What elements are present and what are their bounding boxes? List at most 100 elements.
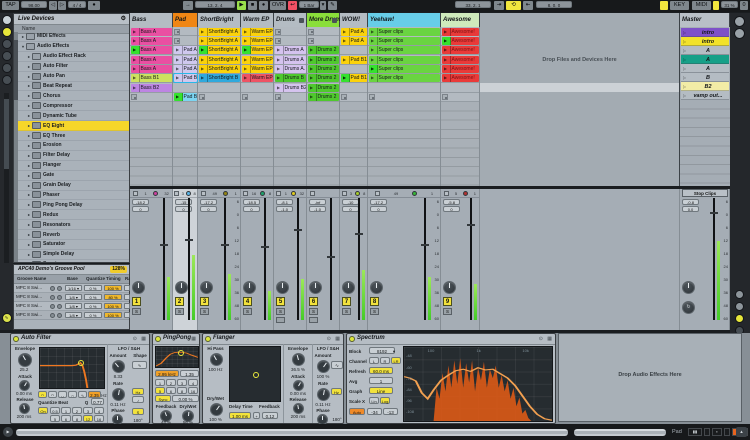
file-browser-2-icon[interactable] bbox=[2, 51, 12, 61]
clip-launch-button[interactable]: ▶ bbox=[131, 46, 140, 54]
clip-stop-all-button[interactable] bbox=[375, 191, 380, 196]
clip-launch-button[interactable]: ▶ bbox=[131, 28, 140, 36]
fader-handle[interactable] bbox=[221, 244, 229, 246]
draw-mode-button[interactable]: ✎ bbox=[328, 1, 337, 10]
clip[interactable]: ▶Drums 2 bbox=[308, 46, 339, 54]
clip-slot[interactable]: ▶Drums 2 bbox=[307, 93, 339, 102]
punch-in-button[interactable]: ⇥ bbox=[494, 1, 504, 10]
time-signature-field[interactable]: 4 / 4 bbox=[68, 1, 86, 8]
clip-slot[interactable] bbox=[368, 93, 440, 102]
clip-slot[interactable] bbox=[441, 93, 479, 102]
clip-launch-button[interactable]: ▶ bbox=[275, 56, 284, 64]
clip-slot[interactable] bbox=[368, 83, 440, 92]
clip-launch-button[interactable]: ▶ bbox=[308, 56, 317, 64]
arm-button[interactable] bbox=[276, 317, 285, 323]
browser-item[interactable]: ▸Filter Delay bbox=[18, 151, 129, 161]
graph-mode-button[interactable]: Line bbox=[369, 387, 393, 394]
clip-launch-button[interactable]: ▶ bbox=[174, 56, 183, 64]
beat-division-button[interactable]: 1 bbox=[61, 407, 71, 414]
pan-field[interactable]: -1.0 bbox=[309, 206, 326, 212]
clip-stop-button[interactable] bbox=[369, 94, 375, 100]
clip[interactable]: ▶Drums 2 bbox=[308, 84, 339, 92]
clip[interactable]: ▶ShortBright A bbox=[199, 28, 240, 36]
browser-item[interactable]: ▸Auto Pan bbox=[18, 72, 129, 82]
lfo-shape-selector[interactable]: ∿ bbox=[132, 361, 147, 369]
clip[interactable]: ▶ShortBright A bbox=[199, 56, 240, 64]
groove-row[interactable]: MPC 8 Swi...1/8 ▾0 %100 % bbox=[14, 302, 129, 311]
fader-handle[interactable] bbox=[355, 233, 363, 235]
scene-slot[interactable]: ▷intro bbox=[681, 37, 729, 46]
groove-timing-field[interactable]: 100 % bbox=[104, 303, 122, 309]
beat-division-button[interactable]: 5 bbox=[50, 415, 60, 422]
track-header[interactable]: More Drum bbox=[307, 13, 340, 27]
clip[interactable]: ▶Bass A bbox=[131, 56, 172, 64]
track-header[interactable]: ShortBright bbox=[198, 13, 241, 27]
pan-field[interactable]: 0 bbox=[132, 206, 149, 212]
clip[interactable]: ▶Drums B bbox=[275, 74, 306, 82]
groove-pool-icon[interactable]: ∿ bbox=[2, 313, 12, 323]
browser-item[interactable]: ▸Gate bbox=[18, 171, 129, 181]
clip-stop-all-button[interactable] bbox=[243, 191, 248, 196]
clip-slot[interactable]: ▶Super clips bbox=[368, 55, 440, 64]
clip-launch-button[interactable]: ▶ bbox=[308, 65, 317, 73]
volume-field[interactable]: -0.8 bbox=[682, 199, 699, 205]
lfo-rate-knob[interactable] bbox=[317, 388, 330, 401]
clip-launch-button[interactable]: ▶ bbox=[341, 56, 350, 64]
pan-knob[interactable] bbox=[682, 281, 695, 294]
scene-launch-icon[interactable]: ▷ bbox=[683, 93, 686, 98]
clip-launch-button[interactable]: ▶ bbox=[242, 37, 251, 45]
clip[interactable]: ▶Super clips bbox=[369, 28, 440, 36]
solo-button[interactable]: S bbox=[443, 308, 452, 315]
clip-stop-button[interactable] bbox=[174, 38, 180, 44]
device-title-bar[interactable]: Auto Filter ⊙ ▦ bbox=[11, 334, 149, 345]
clip-slot[interactable]: ▶Bass A bbox=[130, 46, 172, 55]
fader-handle[interactable] bbox=[421, 244, 429, 246]
fader-handle[interactable] bbox=[160, 244, 168, 246]
clip-launch-button[interactable]: ▶ bbox=[199, 56, 208, 64]
clip-stop-button[interactable] bbox=[275, 94, 281, 100]
volume-fader[interactable] bbox=[160, 198, 170, 320]
clip-stop-all-button[interactable] bbox=[174, 191, 179, 196]
clip-stop-button[interactable] bbox=[308, 29, 314, 35]
clip-slot[interactable] bbox=[340, 46, 367, 55]
track-header[interactable]: Awesome bbox=[441, 13, 480, 27]
record-button[interactable]: ● bbox=[259, 1, 268, 10]
groove-row[interactable]: MPC 8 Swi...1/16 ▾0 %100 % bbox=[14, 284, 129, 293]
clip-slot[interactable]: ▶Drums B bbox=[274, 74, 306, 83]
save-preset-icon[interactable]: ▦ bbox=[335, 336, 340, 342]
beat-division-button[interactable]: 3 bbox=[83, 407, 93, 414]
fader-handle[interactable] bbox=[467, 224, 475, 226]
clip[interactable]: ▶ShortBright B bbox=[199, 74, 240, 82]
scene-launch-icon[interactable]: ▷ bbox=[683, 57, 686, 62]
clip-slot[interactable]: ▶Drums A bbox=[274, 46, 306, 55]
pan-knob[interactable] bbox=[200, 281, 213, 294]
clip-slot[interactable] bbox=[441, 83, 479, 92]
beat-division-button[interactable]: 12 bbox=[83, 415, 93, 422]
track-header[interactable]: Yeehaw! bbox=[368, 13, 441, 27]
clip-slot[interactable]: ▶Warm EP A bbox=[241, 27, 273, 36]
scene-slot[interactable]: ▷A bbox=[681, 64, 729, 73]
groove-quantize-field[interactable]: 0 % bbox=[84, 294, 102, 300]
clip-stop-button[interactable] bbox=[199, 94, 205, 100]
lock-icon[interactable] bbox=[50, 313, 55, 318]
volume-field[interactable]: -8.1 bbox=[276, 199, 293, 205]
device-chain-scrollbar-2[interactable] bbox=[574, 429, 666, 436]
clip[interactable]: ▶Warm EP A bbox=[242, 56, 273, 64]
pan-field[interactable]: 0 bbox=[443, 206, 460, 212]
device-title-bar[interactable]: Spectrum ⊙ ▦ bbox=[347, 334, 555, 345]
clip-slot[interactable] bbox=[241, 83, 273, 92]
volume-field[interactable]: -17.2 bbox=[370, 199, 387, 205]
volume-field[interactable]: -18.2 bbox=[132, 199, 149, 205]
solo-button[interactable]: S bbox=[370, 308, 379, 315]
device-title-bar[interactable]: Flanger ⊙ ▦ bbox=[203, 334, 343, 345]
clip-launch-button[interactable]: ▶ bbox=[308, 74, 317, 82]
groove-base-menu[interactable]: 1/16 ▾ bbox=[65, 285, 82, 291]
volume-fader[interactable] bbox=[294, 198, 304, 320]
overview-toggle-icon[interactable] bbox=[734, 16, 745, 27]
scene-slot[interactable]: ▷A bbox=[681, 55, 729, 64]
beat-division-button[interactable]: 8 bbox=[72, 415, 82, 422]
clip[interactable]: ▶Drums A bbox=[275, 46, 306, 54]
fader-handle[interactable] bbox=[261, 246, 269, 248]
scene-launch-icon[interactable]: ▷ bbox=[683, 75, 686, 80]
pan-field[interactable]: 0.0 bbox=[682, 206, 699, 212]
